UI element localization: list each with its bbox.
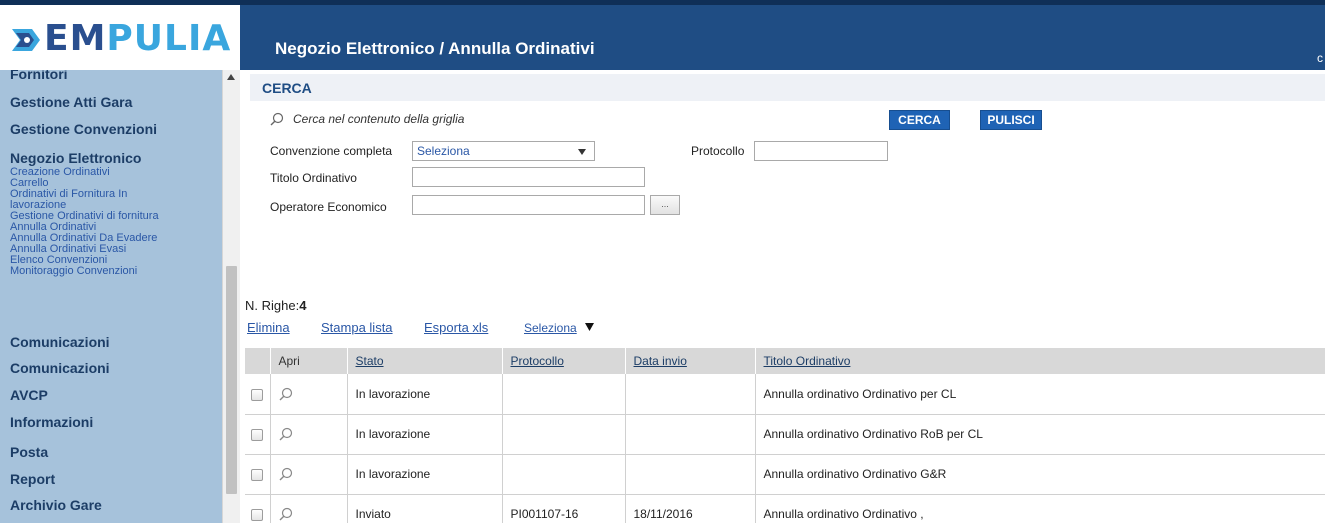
top-header: EMPULIA Negozio Elettronico / Annulla Or… bbox=[0, 0, 1325, 75]
convenzione-select[interactable]: Seleziona bbox=[412, 141, 595, 161]
dropdown-caret-icon bbox=[578, 149, 586, 155]
col-select bbox=[245, 348, 271, 374]
magnifier-icon[interactable] bbox=[279, 427, 293, 441]
logo-part2: PULIA bbox=[106, 18, 232, 59]
search-section-header: CERCA bbox=[250, 74, 1325, 101]
sidebar-cat-archivio-gare[interactable]: Archivio Gare bbox=[10, 497, 102, 513]
sidebar-cat-negozio-elettronico[interactable]: Negozio Elettronico bbox=[10, 150, 141, 166]
open-cell bbox=[270, 374, 348, 415]
sidebar-cat-gestione-convenzioni[interactable]: Gestione Convenzioni bbox=[10, 121, 157, 137]
main-content: CERCA Cerca nel contenuto della griglia … bbox=[240, 70, 1325, 523]
row-checkbox[interactable] bbox=[251, 388, 264, 401]
empulia-logo[interactable]: EMPULIA bbox=[0, 5, 240, 75]
sidebar-cat-informazioni[interactable]: Informazioni bbox=[10, 414, 93, 430]
logo-part1: EM bbox=[44, 18, 107, 59]
scroll-up-icon[interactable] bbox=[227, 74, 235, 80]
table-row: In lavorazione Annulla ordinativo Ordina… bbox=[245, 454, 1325, 495]
stato-cell: In lavorazione bbox=[347, 374, 503, 415]
sidebar-nav: Fornitori Gestione Atti Gara Gestione Co… bbox=[0, 70, 222, 523]
titolo-cell: Annulla ordinativo Ordinativo per CL bbox=[755, 374, 1325, 415]
logo-wordmark: EMPULIA bbox=[44, 19, 231, 59]
sidebar-cat-comunicazioni-2[interactable]: Comunicazioni bbox=[10, 360, 110, 376]
sidebar-item-monitoraggio-convenzioni[interactable]: Monitoraggio Convenzioni bbox=[10, 266, 137, 277]
col-apri: Apri bbox=[270, 348, 348, 374]
col-titolo-ordinativo[interactable]: Titolo Ordinativo bbox=[755, 348, 1325, 374]
data-invio-cell bbox=[625, 414, 756, 455]
stato-cell: In lavorazione bbox=[347, 414, 503, 455]
data-invio-cell: 18/11/2016 bbox=[625, 494, 756, 523]
scrollbar-thumb[interactable] bbox=[226, 266, 237, 494]
table-row: Inviato PI001107-16 18/11/2016 Annulla o… bbox=[245, 494, 1325, 523]
stato-cell: Inviato bbox=[347, 494, 503, 523]
operatore-lookup-button[interactable]: ... bbox=[650, 195, 680, 215]
row-checkbox[interactable] bbox=[251, 428, 264, 441]
protocollo-cell bbox=[502, 414, 626, 455]
protocollo-cell: PI001107-16 bbox=[502, 494, 626, 523]
seleziona-label: Seleziona bbox=[524, 321, 577, 335]
row-checkbox[interactable] bbox=[251, 508, 264, 521]
data-invio-cell bbox=[625, 454, 756, 495]
sidebar-cat-fornitori[interactable]: Fornitori bbox=[10, 70, 68, 82]
protocollo-label: Protocollo bbox=[691, 144, 745, 158]
row-checkbox-cell bbox=[245, 374, 271, 415]
col-stato[interactable]: Stato bbox=[347, 348, 503, 374]
col-protocollo[interactable]: Protocollo bbox=[502, 348, 626, 374]
cerca-button[interactable]: CERCA bbox=[889, 110, 950, 130]
table-row: In lavorazione Annulla ordinativo Ordina… bbox=[245, 374, 1325, 415]
row-count-label: N. Righe: bbox=[245, 298, 300, 313]
open-cell bbox=[270, 454, 348, 495]
row-checkbox-cell bbox=[245, 414, 271, 455]
pulisci-button[interactable]: PULISCI bbox=[980, 110, 1042, 130]
grid-search-link[interactable]: Cerca nel contenuto della griglia bbox=[293, 112, 464, 126]
sidebar-cat-comunicazioni[interactable]: Comunicazioni bbox=[10, 334, 110, 350]
results-table: Apri Stato Protocollo Data invio Titolo … bbox=[245, 348, 1325, 523]
page-title: Negozio Elettronico / Annulla Ordinativi bbox=[275, 39, 595, 58]
row-checkbox[interactable] bbox=[251, 468, 264, 481]
convenzione-selected-value: Seleziona bbox=[417, 144, 470, 158]
open-cell bbox=[270, 414, 348, 455]
magnifier-icon[interactable] bbox=[279, 387, 293, 401]
operatore-input[interactable] bbox=[412, 195, 645, 215]
titolo-cell: Annulla ordinativo Ordinativo , bbox=[755, 494, 1325, 523]
stato-cell: In lavorazione bbox=[347, 454, 503, 495]
search-icon bbox=[270, 112, 284, 126]
titolo-input[interactable] bbox=[412, 167, 645, 187]
header-edge-fragment: c bbox=[1317, 51, 1323, 65]
operatore-label: Operatore Economico bbox=[270, 200, 387, 214]
seleziona-link[interactable]: Seleziona bbox=[524, 321, 577, 335]
titolo-cell: Annulla ordinativo Ordinativo RoB per CL bbox=[755, 414, 1325, 455]
protocollo-cell bbox=[502, 374, 626, 415]
esporta-xls-link[interactable]: Esporta xls bbox=[424, 320, 488, 335]
sidebar-scrollbar[interactable] bbox=[222, 70, 240, 523]
stampa-lista-link[interactable]: Stampa lista bbox=[321, 320, 393, 335]
empulia-logo-icon bbox=[12, 29, 40, 51]
row-checkbox-cell bbox=[245, 454, 271, 495]
row-count: N. Righe:4 bbox=[245, 298, 306, 313]
open-cell bbox=[270, 494, 348, 523]
sidebar-cat-posta[interactable]: Posta bbox=[10, 444, 48, 460]
sort-down-icon[interactable] bbox=[585, 322, 594, 331]
table-row: In lavorazione Annulla ordinativo Ordina… bbox=[245, 414, 1325, 455]
magnifier-icon[interactable] bbox=[279, 467, 293, 481]
sidebar-cat-report[interactable]: Report bbox=[10, 471, 55, 487]
elimina-link[interactable]: Elimina bbox=[247, 320, 290, 335]
app-window: EMPULIA Negozio Elettronico / Annulla Or… bbox=[0, 0, 1325, 523]
row-count-value: 4 bbox=[299, 298, 307, 313]
magnifier-icon[interactable] bbox=[279, 507, 293, 521]
protocollo-input[interactable] bbox=[754, 141, 888, 161]
data-invio-cell bbox=[625, 374, 756, 415]
col-data-invio[interactable]: Data invio bbox=[625, 348, 756, 374]
search-section-title: CERCA bbox=[262, 80, 312, 96]
sidebar-cat-gestione-atti-gara[interactable]: Gestione Atti Gara bbox=[10, 94, 132, 110]
table-header-row: Apri Stato Protocollo Data invio Titolo … bbox=[245, 348, 1325, 374]
convenzione-label: Convenzione completa bbox=[270, 144, 393, 158]
titolo-cell: Annulla ordinativo Ordinativo G&R bbox=[755, 454, 1325, 495]
protocollo-cell bbox=[502, 454, 626, 495]
sidebar-cat-avcp[interactable]: AVCP bbox=[10, 387, 48, 403]
row-checkbox-cell bbox=[245, 494, 271, 523]
titolo-label: Titolo Ordinativo bbox=[270, 171, 357, 185]
